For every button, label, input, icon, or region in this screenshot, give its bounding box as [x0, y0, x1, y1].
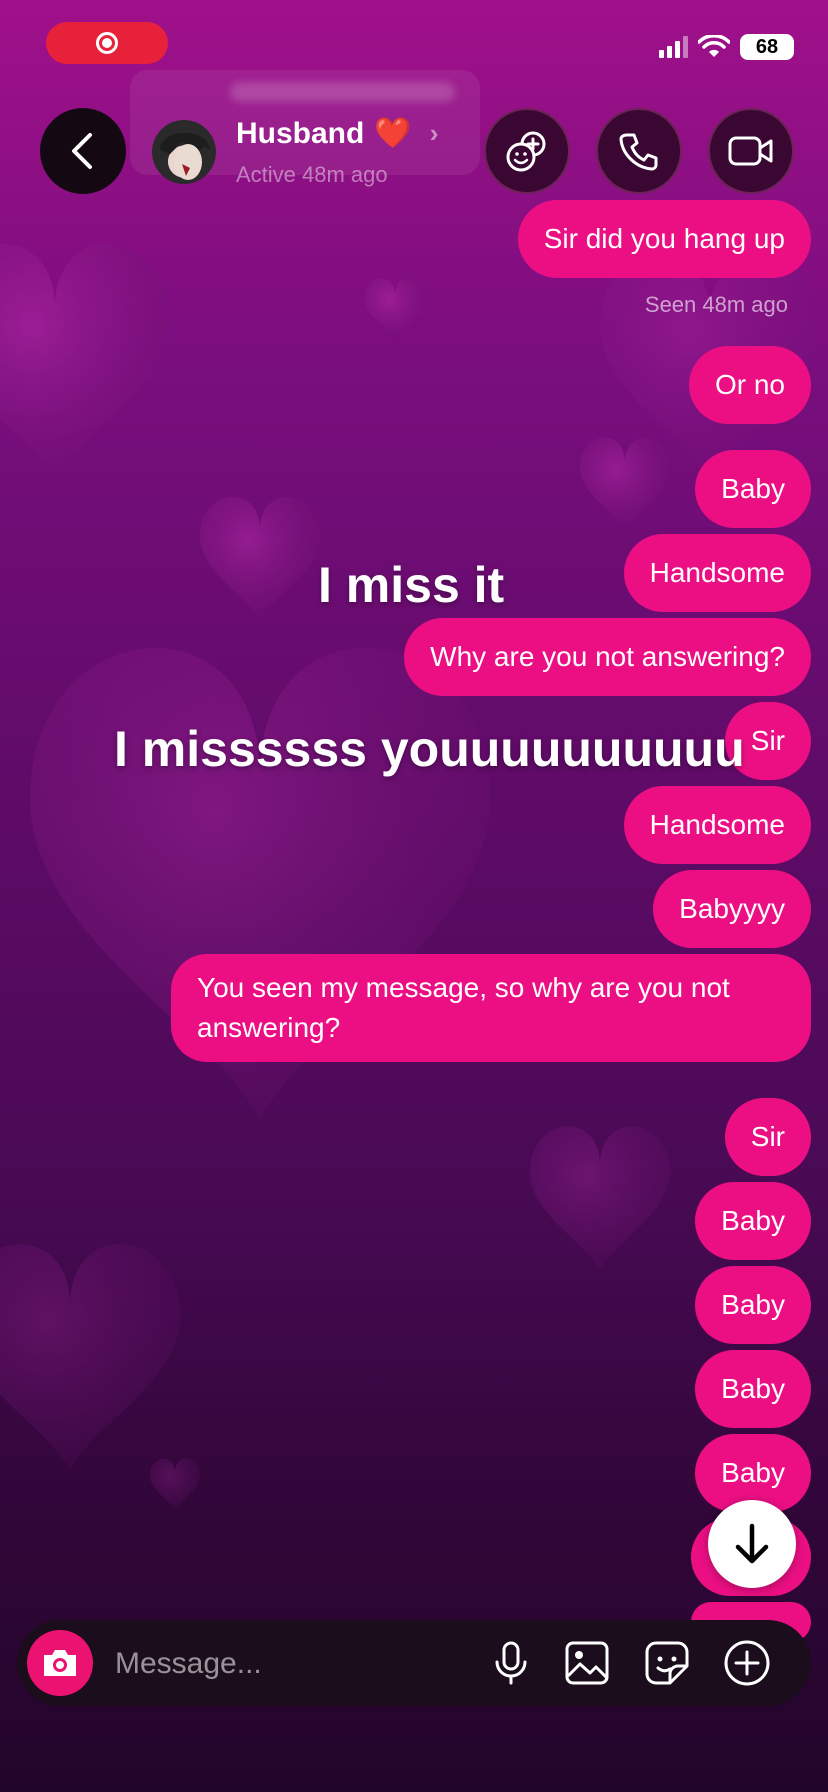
avatar-image	[160, 132, 210, 180]
message-bubble[interactable]: Why are you not answering?	[404, 618, 811, 696]
contact-name[interactable]: Husband ❤️ ›	[236, 116, 438, 151]
scroll-to-bottom-button[interactable]	[708, 1500, 796, 1588]
message-bubble[interactable]: Baby	[695, 1350, 811, 1428]
plus-icon	[724, 1640, 770, 1686]
chevron-right-icon: ›	[429, 118, 439, 148]
message-bubble[interactable]: Baby	[695, 1182, 811, 1260]
camera-button[interactable]	[27, 1630, 93, 1696]
microphone-icon	[495, 1641, 527, 1685]
message-bubble[interactable]: Or no	[688, 346, 811, 424]
message-bubble[interactable]: Baby	[695, 450, 811, 528]
message-input[interactable]	[113, 1638, 487, 1690]
notification-banner-text	[230, 82, 455, 102]
sticker-icon	[645, 1641, 689, 1685]
system-icons: 68	[659, 34, 794, 60]
add-button[interactable]	[723, 1639, 771, 1687]
message-bubble[interactable]: Baby	[695, 1266, 811, 1344]
heart-emoji: ❤️	[374, 117, 412, 150]
message-bubble[interactable]: Sir did you hang up	[517, 200, 811, 278]
chat-header: Husband ❤️ › Active 48m ago	[0, 104, 828, 200]
avatar[interactable]	[152, 120, 216, 184]
message-bubble[interactable]: Handsome	[623, 786, 811, 864]
video-call-button[interactable]	[708, 108, 794, 194]
back-button[interactable]	[40, 108, 126, 194]
sticker-button[interactable]	[643, 1639, 691, 1687]
microphone-button[interactable]	[487, 1639, 535, 1687]
active-status: Active 48m ago	[236, 162, 388, 187]
add-people-button[interactable]	[484, 108, 570, 194]
gallery-button[interactable]	[563, 1639, 611, 1687]
camera-icon	[44, 1650, 76, 1676]
message-composer	[17, 1620, 811, 1706]
message-bubble[interactable]: Babyyyy	[653, 870, 811, 948]
voice-call-button[interactable]	[596, 108, 682, 194]
screen-record-indicator[interactable]	[46, 22, 168, 64]
cellular-signal-icon	[659, 36, 688, 58]
video-icon	[728, 136, 773, 166]
seen-receipt: Seen 48m ago	[644, 292, 788, 317]
wifi-icon	[698, 35, 730, 57]
overlay-text: I missssss youuuuuuuuuu	[114, 721, 745, 777]
message-bubble[interactable]: Handsome	[623, 534, 811, 612]
phone-icon	[619, 133, 658, 171]
arrow-down-icon	[735, 1523, 769, 1564]
gallery-icon	[565, 1641, 609, 1685]
message-bubble[interactable]: Sir	[724, 1098, 811, 1176]
message-bubble[interactable]: You seen my message, so why are you not …	[171, 954, 811, 1062]
overlay-text: I miss it	[318, 557, 505, 613]
screen-record-icon	[96, 32, 118, 54]
contact-name-text: Husband	[236, 116, 365, 150]
add-people-icon	[506, 131, 546, 172]
battery-indicator: 68	[740, 34, 794, 60]
back-icon	[72, 133, 92, 169]
